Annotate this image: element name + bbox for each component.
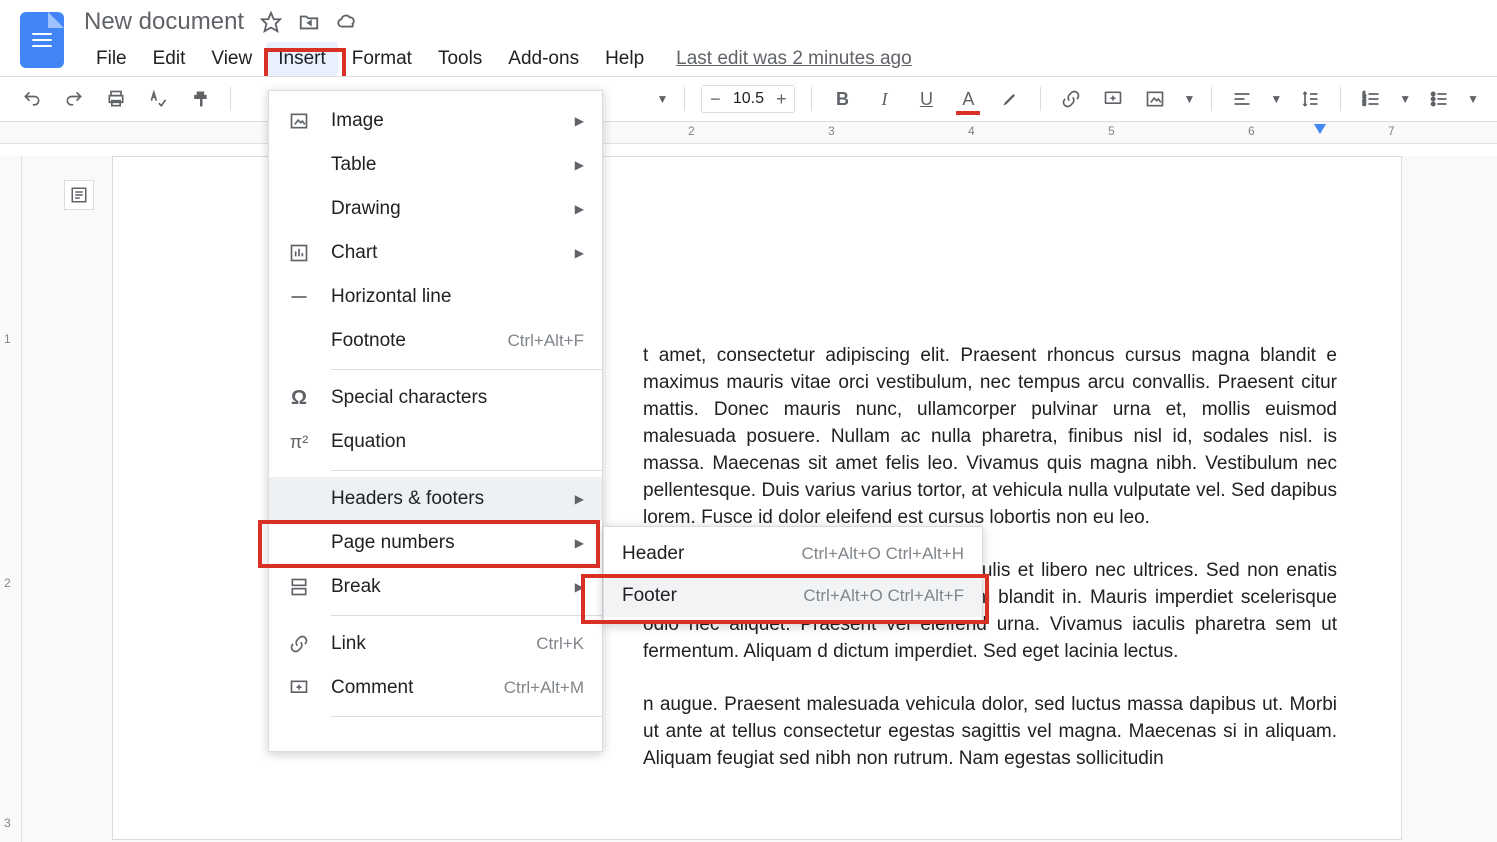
pagenum-placeholder-icon — [287, 531, 311, 555]
comment-icon — [287, 676, 311, 700]
document-canvas: t amet, consectetur adipiscing elit. Pra… — [22, 156, 1497, 842]
chevron-right-icon: ▶ — [575, 202, 584, 216]
menu-item-horizontal-line[interactable]: Horizontal line — [269, 275, 602, 319]
insert-link-icon[interactable] — [1057, 85, 1085, 113]
bulleted-list-icon[interactable] — [1425, 85, 1453, 113]
docs-logo[interactable] — [20, 12, 64, 68]
horizontal-line-icon — [287, 285, 311, 309]
menu-item-table[interactable]: Table▶ — [269, 143, 602, 187]
toolbar: ▼ − + B I U A ▼ ▼ 123 ▼ ▼ — [0, 76, 1497, 122]
menu-item-special-characters[interactable]: ΩSpecial characters — [269, 376, 602, 420]
text-color-icon[interactable]: A — [954, 85, 982, 113]
bulleted-dropdown-icon[interactable]: ▼ — [1467, 92, 1479, 106]
cloud-status-icon[interactable] — [336, 11, 358, 33]
numbered-dropdown-icon[interactable]: ▼ — [1399, 92, 1411, 106]
headers-placeholder-icon — [287, 487, 311, 511]
zoom-dropdown-icon[interactable]: ▼ — [657, 92, 669, 106]
italic-icon[interactable]: I — [870, 85, 898, 113]
menu-view[interactable]: View — [199, 42, 264, 76]
app-header: New document File Edit View Insert Forma… — [0, 0, 1497, 76]
font-size-control[interactable]: − + — [701, 85, 795, 113]
chevron-right-icon: ▶ — [575, 492, 584, 506]
link-icon — [287, 632, 311, 656]
insert-image-icon[interactable] — [1141, 85, 1169, 113]
last-edit-link[interactable]: Last edit was 2 minutes ago — [676, 48, 912, 70]
menu-item-break[interactable]: Break▶ — [269, 565, 602, 609]
horizontal-ruler[interactable]: 2 3 4 5 6 7 — [0, 122, 1497, 144]
decrease-font-button[interactable]: − — [702, 86, 728, 112]
submenu-item-footer[interactable]: FooterCtrl+Alt+O Ctrl+Alt+F — [604, 575, 982, 617]
menu-item-footnote[interactable]: FootnoteCtrl+Alt+F — [269, 319, 602, 363]
document-title[interactable]: New document — [84, 8, 244, 36]
move-icon[interactable] — [298, 11, 320, 33]
paragraph: t amet, consectetur adipiscing elit. Pra… — [643, 343, 1337, 532]
menu-addons[interactable]: Add-ons — [496, 42, 591, 76]
image-icon — [287, 109, 311, 133]
highlight-color-icon[interactable] — [996, 85, 1024, 113]
menu-file[interactable]: File — [84, 42, 139, 76]
print-icon[interactable] — [102, 85, 130, 113]
menu-item-page-numbers[interactable]: Page numbers▶ — [269, 521, 602, 565]
insert-comment-icon[interactable] — [1099, 85, 1127, 113]
line-spacing-icon[interactable] — [1296, 85, 1324, 113]
outline-toggle-icon[interactable] — [64, 180, 94, 210]
menu-bar: File Edit View Insert Format Tools Add-o… — [84, 42, 1477, 76]
break-icon — [287, 575, 311, 599]
ruler-indent-marker[interactable] — [1314, 124, 1326, 134]
menu-insert[interactable]: Insert — [266, 42, 338, 76]
menu-item-image[interactable]: Image▶ — [269, 99, 602, 143]
vertical-ruler[interactable]: 1 2 3 — [0, 156, 22, 842]
chevron-right-icon: ▶ — [575, 246, 584, 260]
menu-item-chart[interactable]: Chart▶ — [269, 231, 602, 275]
align-icon[interactable] — [1228, 85, 1256, 113]
menu-item-link[interactable]: LinkCtrl+K — [269, 622, 602, 666]
chevron-right-icon: ▶ — [575, 114, 584, 128]
drawing-placeholder-icon — [287, 197, 311, 221]
paint-format-icon[interactable] — [186, 85, 214, 113]
omega-icon: Ω — [287, 386, 311, 410]
footnote-placeholder-icon — [287, 329, 311, 353]
redo-icon[interactable] — [60, 85, 88, 113]
table-placeholder-icon — [287, 153, 311, 177]
spellcheck-icon[interactable] — [144, 85, 172, 113]
chevron-right-icon: ▶ — [575, 158, 584, 172]
menu-tools[interactable]: Tools — [426, 42, 494, 76]
bold-icon[interactable]: B — [828, 85, 856, 113]
svg-text:3: 3 — [1363, 102, 1366, 108]
increase-font-button[interactable]: + — [768, 86, 794, 112]
headers-footers-submenu: HeaderCtrl+Alt+O Ctrl+Alt+H FooterCtrl+A… — [603, 526, 983, 624]
pi-icon: π² — [287, 430, 311, 454]
underline-icon[interactable]: U — [912, 85, 940, 113]
menu-format[interactable]: Format — [340, 42, 424, 76]
chevron-right-icon: ▶ — [575, 580, 584, 594]
chevron-right-icon: ▶ — [575, 536, 584, 550]
paragraph: n augue. Praesent malesuada vehicula dol… — [643, 692, 1337, 773]
image-dropdown-icon[interactable]: ▼ — [1183, 92, 1195, 106]
undo-icon[interactable] — [18, 85, 46, 113]
star-icon[interactable] — [260, 11, 282, 33]
menu-help[interactable]: Help — [593, 42, 656, 76]
menu-edit[interactable]: Edit — [141, 42, 198, 76]
menu-item-equation[interactable]: π²Equation — [269, 420, 602, 464]
font-size-input[interactable] — [728, 90, 768, 108]
chart-icon — [287, 241, 311, 265]
submenu-item-header[interactable]: HeaderCtrl+Alt+O Ctrl+Alt+H — [604, 533, 982, 575]
menu-item-drawing[interactable]: Drawing▶ — [269, 187, 602, 231]
menu-item-headers-footers[interactable]: Headers & footers▶ — [269, 477, 602, 521]
align-dropdown-icon[interactable]: ▼ — [1270, 92, 1282, 106]
numbered-list-icon[interactable]: 123 — [1357, 85, 1385, 113]
insert-dropdown: Image▶ Table▶ Drawing▶ Chart▶ Horizontal… — [268, 90, 603, 752]
menu-item-comment[interactable]: CommentCtrl+Alt+M — [269, 666, 602, 710]
